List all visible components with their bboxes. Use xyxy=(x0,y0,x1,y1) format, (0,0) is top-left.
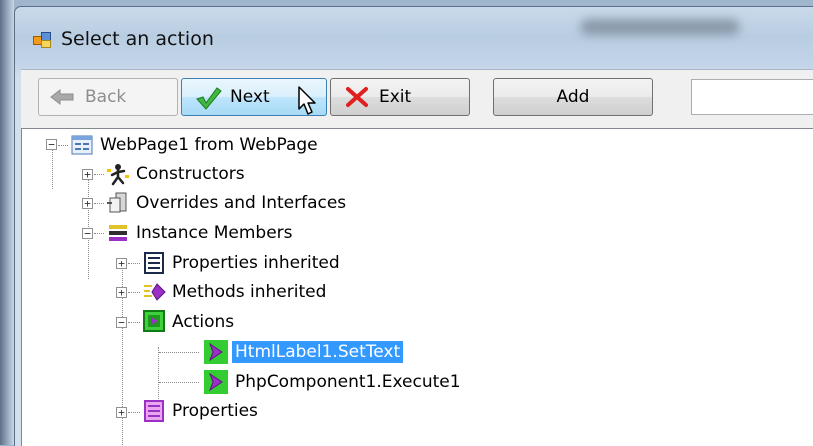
back-button[interactable]: Back xyxy=(38,78,178,116)
actions-folder-icon xyxy=(142,309,166,333)
dialog-window: Select an action Back Next Exit Add − We… xyxy=(14,6,813,446)
window-title: Select an action xyxy=(61,28,214,50)
instance-members-icon xyxy=(106,221,130,245)
action-arrow-icon xyxy=(204,340,228,364)
constructor-icon xyxy=(106,162,130,186)
title-bar[interactable]: Select an action xyxy=(15,7,813,67)
action-arrow-icon xyxy=(204,370,228,394)
tree-line xyxy=(52,147,53,189)
tree-line xyxy=(94,233,104,234)
tree-line xyxy=(159,382,199,383)
mouse-pointer-icon xyxy=(298,86,318,116)
expand-toggle[interactable]: + xyxy=(116,287,127,298)
webpage-class-icon xyxy=(70,133,94,157)
expand-toggle[interactable]: + xyxy=(116,407,127,418)
collapse-toggle[interactable]: − xyxy=(116,317,127,328)
tree-line xyxy=(128,263,140,264)
app-icon xyxy=(33,32,51,48)
expand-toggle[interactable]: + xyxy=(82,198,93,209)
interface-icon xyxy=(106,191,130,215)
checkmark-icon xyxy=(194,86,222,110)
next-button-label: Next xyxy=(230,87,270,107)
tree-node-instance-members[interactable]: Instance Members xyxy=(136,222,293,244)
dialog-client-area: Back Next Exit Add − WebPage1 from WebPa… xyxy=(21,69,813,446)
tree-node-overrides[interactable]: Overrides and Interfaces xyxy=(136,192,346,214)
tree-line xyxy=(128,292,140,293)
tree-node-action-phpcomponent-execute[interactable]: PhpComponent1.Execute1 xyxy=(235,371,461,393)
action-tree[interactable]: − WebPage1 from WebPage + Constructors +… xyxy=(21,128,813,446)
tree-line xyxy=(88,171,89,279)
properties-icon xyxy=(142,251,166,275)
tree-node-constructors[interactable]: Constructors xyxy=(136,163,245,185)
collapse-toggle[interactable]: − xyxy=(46,139,57,150)
tree-node-methods-inherited[interactable]: Methods inherited xyxy=(172,281,326,303)
back-button-label: Back xyxy=(85,87,127,107)
tree-line xyxy=(159,352,199,353)
expand-toggle[interactable]: + xyxy=(116,258,127,269)
exit-button-label: Exit xyxy=(379,87,412,107)
methods-icon xyxy=(142,280,166,304)
back-arrow-icon xyxy=(49,86,77,108)
background-window-title-blurred xyxy=(580,19,740,35)
tree-line xyxy=(58,145,68,146)
tree-line xyxy=(94,203,104,204)
tree-line xyxy=(128,322,140,323)
tree-node-root[interactable]: WebPage1 from WebPage xyxy=(100,134,318,156)
close-x-icon xyxy=(343,86,371,108)
tree-node-actions[interactable]: Actions xyxy=(172,311,234,333)
tree-line xyxy=(94,174,104,175)
background-window-edge xyxy=(0,0,14,445)
tree-node-properties-inherited[interactable]: Properties inherited xyxy=(172,252,340,274)
collapse-toggle[interactable]: − xyxy=(82,228,93,239)
tree-line xyxy=(128,412,140,413)
search-input[interactable] xyxy=(691,79,813,115)
tree-node-action-htmllabel-settext[interactable]: HtmlLabel1.SetText xyxy=(232,341,404,363)
toolbar: Back Next Exit Add xyxy=(21,70,813,120)
add-button-label: Add xyxy=(556,87,590,107)
properties-folder-icon xyxy=(142,399,166,423)
tree-node-properties[interactable]: Properties xyxy=(172,400,258,422)
exit-button[interactable]: Exit xyxy=(330,78,470,116)
add-button[interactable]: Add xyxy=(493,78,653,116)
expand-toggle[interactable]: + xyxy=(82,169,93,180)
